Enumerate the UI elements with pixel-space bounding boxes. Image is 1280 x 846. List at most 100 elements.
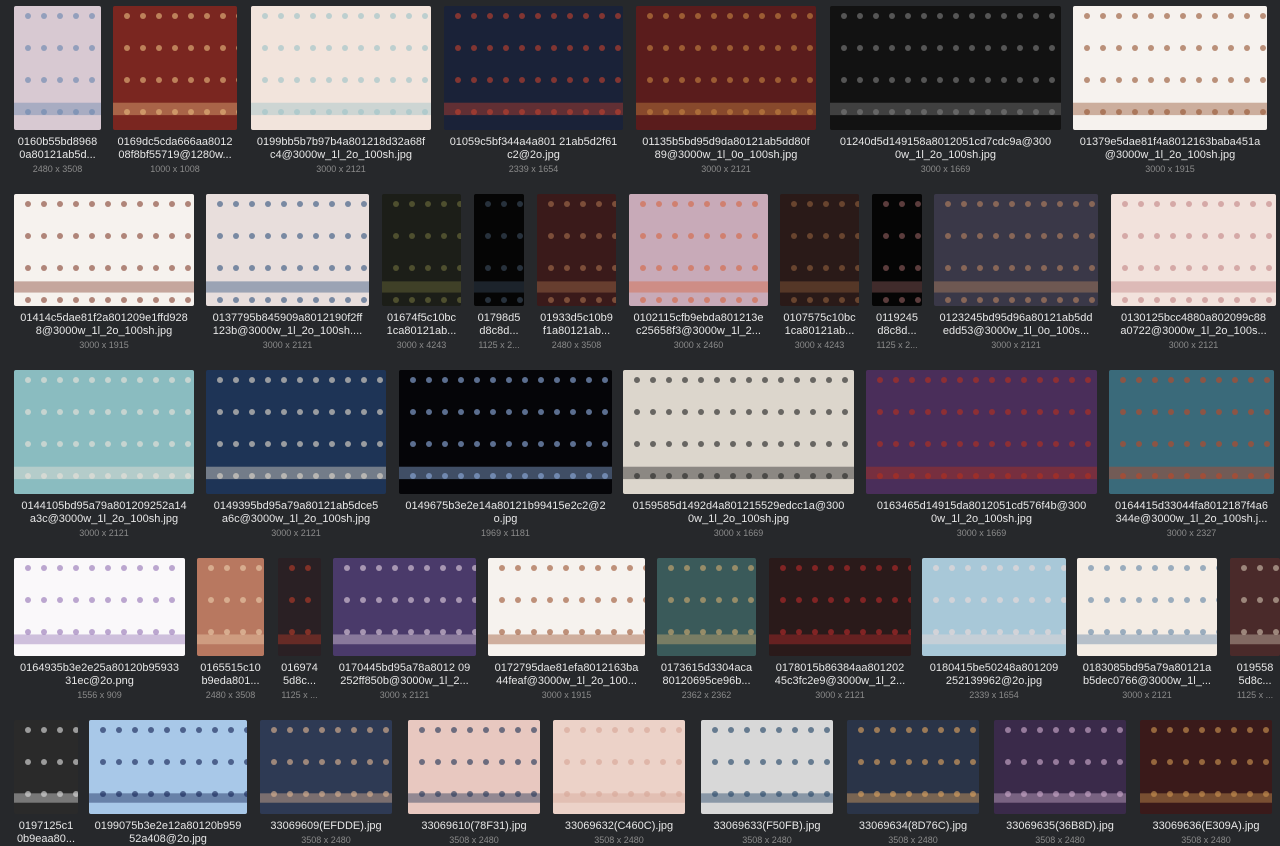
image-dimensions: 3000 x 2460 <box>673 340 724 350</box>
thumbnail-image[interactable] <box>444 6 623 130</box>
image-dimensions: 3508 x 2480 <box>888 835 938 845</box>
file-name: 0169dc5cda666aa8012 08f8bf55719@1280w... <box>117 136 233 161</box>
thumbnail-pattern <box>1073 6 1267 130</box>
file-name: 0199bb5b7b97b4a801218d32a68f c4@3000w_1l… <box>256 136 426 161</box>
file-name: 0130125bcc4880a802099c88 a0722@3000w_1l_… <box>1120 312 1267 337</box>
thumbnail-image[interactable] <box>636 6 816 130</box>
thumbnail-image[interactable] <box>1073 6 1267 130</box>
thumbnail-pattern <box>488 558 645 656</box>
file-name: 33069609(EFDDE).jpg <box>270 820 382 832</box>
thumbnail-pattern <box>14 558 185 656</box>
image-dimensions: 1969 x 1181 <box>481 528 530 538</box>
thumbnail-pattern <box>14 370 194 494</box>
thumbnail-pattern <box>830 6 1061 130</box>
file-name: 33069635(36B8D).jpg <box>1006 820 1114 832</box>
thumbnail-image[interactable] <box>629 194 768 306</box>
image-dimensions: 3000 x 2121 <box>1168 340 1219 350</box>
thumbnail-image[interactable] <box>206 370 386 494</box>
thumbnail-image[interactable] <box>1109 370 1274 494</box>
thumbnail-pattern <box>333 558 476 656</box>
thumbnail-pattern <box>769 558 911 656</box>
thumbnail-image[interactable] <box>994 720 1126 814</box>
thumbnail-image[interactable] <box>399 370 612 494</box>
thumbnail-pattern <box>780 194 859 306</box>
thumbnail-image[interactable] <box>934 194 1098 306</box>
thumbnail-image[interactable] <box>14 370 194 494</box>
file-name: 33069633(F50FB).jpg <box>713 820 821 832</box>
image-dimensions: 2362 x 2362 <box>681 690 732 700</box>
thumbnail-image[interactable] <box>197 558 264 656</box>
image-dimensions: 3508 x 2480 <box>594 835 644 845</box>
thumbnail-image[interactable] <box>89 720 247 814</box>
thumbnail-pattern <box>14 720 78 814</box>
thumbnail-image[interactable] <box>1111 194 1276 306</box>
thumbnail-image[interactable] <box>830 6 1061 130</box>
thumbnail-image[interactable] <box>474 194 524 306</box>
image-dimensions: 2480 x 3508 <box>205 690 256 700</box>
thumbnail-image[interactable] <box>333 558 476 656</box>
image-dimensions: 3000 x 2121 <box>701 164 751 174</box>
image-dimensions: 1556 x 909 <box>77 690 122 700</box>
image-dimensions: 3000 x 1669 <box>713 528 764 538</box>
thumbnail-pattern <box>251 6 431 130</box>
thumbnail-image[interactable] <box>537 194 616 306</box>
file-name: 01414c5dae81f2a801209e1ffd928 8@3000w_1l… <box>20 312 188 337</box>
image-dimensions: 3000 x 1915 <box>1145 164 1195 174</box>
thumbnail-image[interactable] <box>847 720 979 814</box>
image-dimensions: 3508 x 2480 <box>301 835 351 845</box>
file-name: 019558 5d8c... <box>1236 662 1274 687</box>
file-name: 0102115cfb9ebda801213e c25658f3@3000w_1l… <box>633 312 764 337</box>
thumbnail-pattern <box>197 558 264 656</box>
file-name: 01674f5c10bc 1ca80121ab... <box>386 312 457 337</box>
thumbnail-image[interactable] <box>769 558 911 656</box>
thumbnail-image[interactable] <box>113 6 237 130</box>
thumbnail-image[interactable] <box>1230 558 1280 656</box>
file-name: 33069634(8D76C).jpg <box>858 820 968 832</box>
thumbnail-image[interactable] <box>701 720 833 814</box>
file-name: 01379e5dae81f4a8012163baba451a @3000w_1l… <box>1079 136 1261 161</box>
file-name: 01240d5d149158a8012051cd7cdc9a@300 0w_1l… <box>839 136 1052 161</box>
image-dimensions: 3000 x 4243 <box>794 340 845 350</box>
thumbnail-image[interactable] <box>408 720 540 814</box>
image-dimensions: 3000 x 1669 <box>956 528 1007 538</box>
thumbnail-image[interactable] <box>14 720 78 814</box>
file-name: 01798d5 d8c8d... <box>477 312 521 337</box>
thumbnail-image[interactable] <box>623 370 854 494</box>
thumbnail-pattern <box>629 194 768 306</box>
file-name: 0119245 d8c8d... <box>875 312 918 337</box>
file-name: 33069636(E309A).jpg <box>1152 820 1260 832</box>
thumbnail-image[interactable] <box>866 370 1097 494</box>
thumbnail-image[interactable] <box>553 720 685 814</box>
file-name: 0164415d33044fa8012187f4a6 344e@3000w_1l… <box>1115 500 1268 525</box>
image-dimensions: 3000 x 4243 <box>396 340 447 350</box>
image-dimensions: 3000 x 1669 <box>920 164 971 174</box>
thumbnail-image[interactable] <box>206 194 369 306</box>
thumbnail-pattern <box>260 720 392 814</box>
thumbnail-image[interactable] <box>14 194 194 306</box>
thumbnail-image[interactable] <box>488 558 645 656</box>
image-dimensions: 3000 x 2121 <box>262 340 313 350</box>
file-name: 0170445bd95a78a8012 09 252ff850b@3000w_1… <box>338 662 471 687</box>
thumbnail-image[interactable] <box>14 558 185 656</box>
thumbnail-image[interactable] <box>14 6 101 130</box>
thumbnail-image[interactable] <box>260 720 392 814</box>
file-name: 01933d5c10b9 f1a80121ab... <box>540 312 613 337</box>
thumbnail-image[interactable] <box>922 558 1066 656</box>
thumbnail-pattern <box>14 6 101 130</box>
thumbnail-image[interactable] <box>278 558 321 656</box>
thumbnail-image[interactable] <box>251 6 431 130</box>
thumbnail-pattern <box>14 194 194 306</box>
thumbnail-image[interactable] <box>657 558 756 656</box>
thumbnail-image[interactable] <box>382 194 461 306</box>
thumbnail-image[interactable] <box>1077 558 1217 656</box>
thumbnail-pattern <box>934 194 1098 306</box>
thumbnail-pattern <box>1230 558 1280 656</box>
thumbnail-image[interactable] <box>780 194 859 306</box>
thumbnail-image[interactable] <box>1140 720 1272 814</box>
file-name: 0199075b3e2e12a80120b959 52a408@2o.jpg <box>94 820 242 845</box>
image-dimensions: 3000 x 2121 <box>379 690 430 700</box>
thumbnail-image[interactable] <box>872 194 922 306</box>
file-name: 0164935b3e2e25a80120b95933 31ec@2o.png <box>19 662 180 687</box>
file-name: 0197125c1 0b9eaa80... <box>16 820 76 845</box>
thumbnail-pattern <box>701 720 833 814</box>
